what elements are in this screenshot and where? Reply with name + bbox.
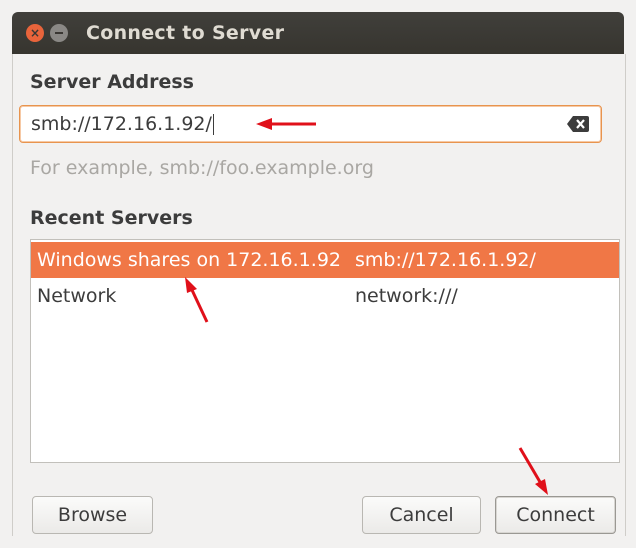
minimize-icon[interactable] [50, 24, 68, 42]
address-example-hint: For example, smb://foo.example.org [30, 157, 374, 179]
server-address-label: Server Address [30, 71, 194, 93]
text-caret [212, 114, 214, 135]
list-item-network[interactable]: Network network:/// [31, 278, 619, 314]
server-url: network:/// [355, 285, 458, 307]
cancel-button[interactable]: Cancel [362, 496, 481, 534]
recent-servers-list[interactable]: Windows shares on 172.16.1.92 smb://172.… [30, 239, 620, 463]
title-bar: × Connect to Server [12, 12, 624, 54]
recent-servers-label: Recent Servers [30, 207, 193, 229]
server-name: Network [37, 285, 117, 307]
server-url: smb://172.16.1.92/ [355, 249, 536, 271]
server-address-input[interactable]: smb://172.16.1.92/ [19, 105, 602, 143]
window-title: Connect to Server [86, 22, 285, 44]
server-address-value[interactable]: smb://172.16.1.92/ [31, 113, 214, 135]
clear-text-icon[interactable] [567, 116, 589, 132]
server-name: Windows shares on 172.16.1.92 [37, 249, 341, 271]
list-item-windows-shares[interactable]: Windows shares on 172.16.1.92 smb://172.… [31, 242, 619, 278]
browse-button[interactable]: Browse [32, 496, 153, 534]
close-icon[interactable]: × [26, 24, 44, 42]
connect-to-server-dialog: × Connect to Server Server Address smb:/… [0, 0, 636, 548]
connect-button[interactable]: Connect [495, 496, 616, 534]
